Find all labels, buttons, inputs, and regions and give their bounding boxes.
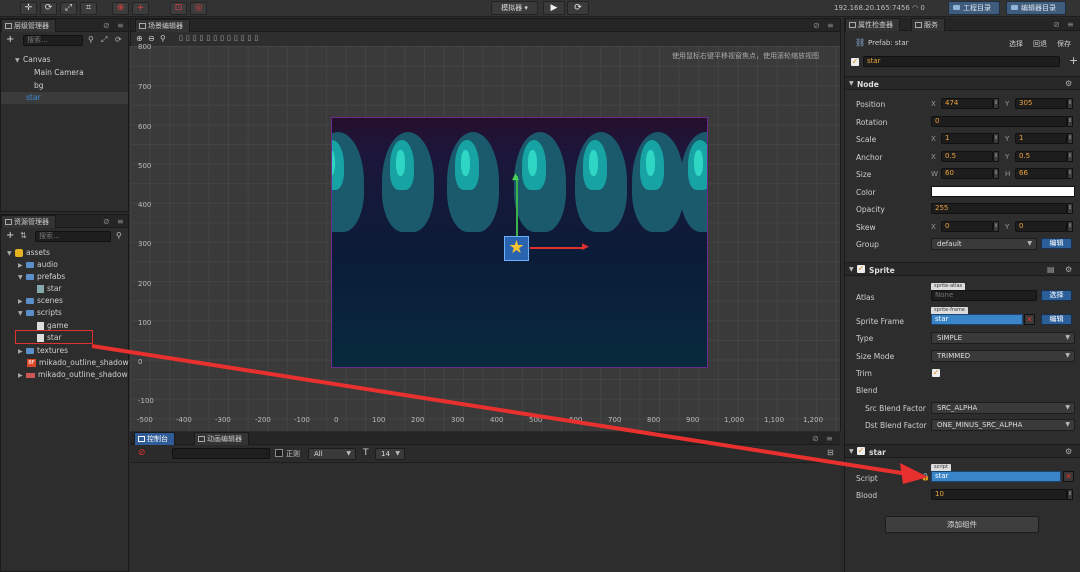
arrow-line xyxy=(91,344,909,476)
arrow-head xyxy=(900,463,928,484)
annotation-arrow xyxy=(91,344,928,484)
